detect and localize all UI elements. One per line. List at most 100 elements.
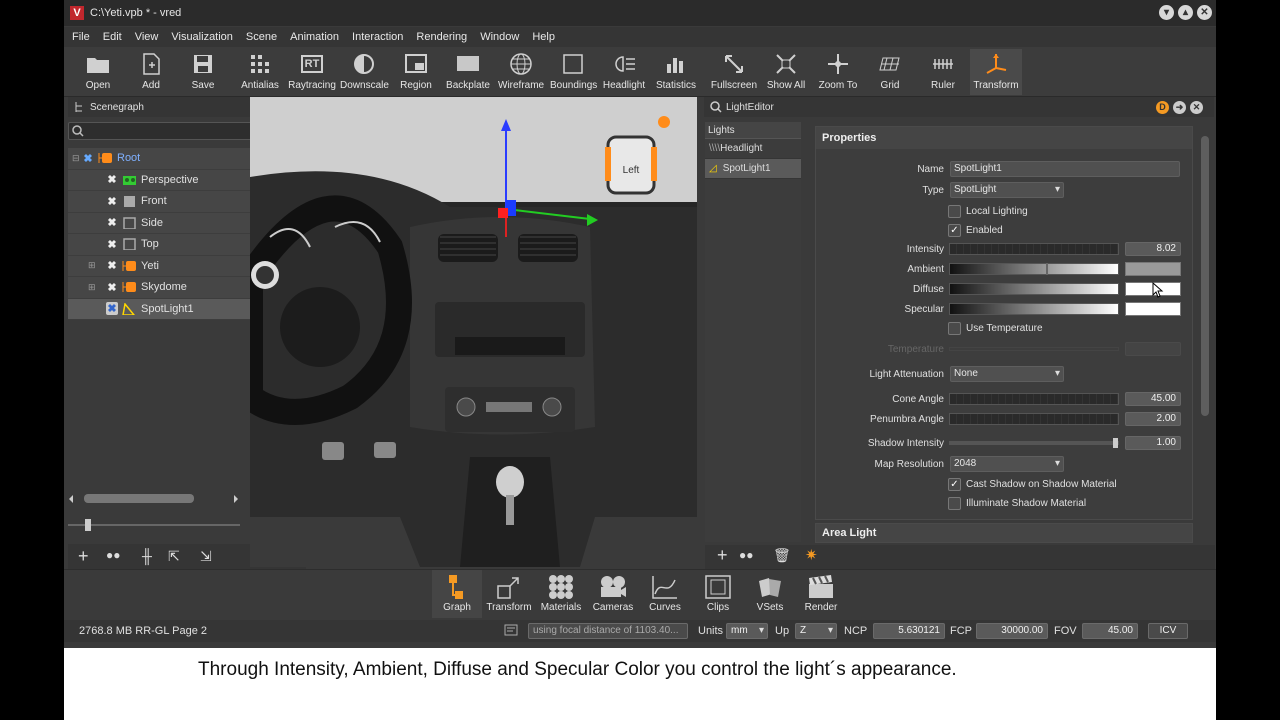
headlight-button[interactable]: Headlight [602,51,646,91]
menu-view[interactable]: View [135,31,159,43]
fullscreen-button[interactable]: Fullscreen [710,51,758,91]
cone-angle-value-field[interactable]: 45.00 [1125,392,1181,406]
focal-distance-message: using focal distance of 1103.40... [528,623,688,639]
local-lighting-checkbox[interactable] [948,204,961,218]
intensity-slider[interactable] [949,243,1119,255]
clone-node-icon[interactable]: ●● [106,548,121,562]
visibility-toggle-icon[interactable]: ✖ [106,195,118,208]
name-field[interactable]: SpotLight1 [950,161,1180,177]
delete-light-icon[interactable]: 🗑 [773,547,791,564]
module-cameras[interactable]: Cameras [590,572,636,613]
boundings-button[interactable]: Boundings [550,51,597,91]
area-light-section[interactable]: Area Light [815,523,1193,543]
menu-visualization[interactable]: Visualization [171,31,233,43]
penumbra-angle-value-field[interactable]: 2.00 [1125,412,1181,426]
expand-icon[interactable]: ⊞ [88,282,106,293]
visibility-toggle-icon[interactable]: ✖ [106,259,118,272]
show-all-button[interactable]: Show All [764,51,808,91]
zoom-to-button[interactable]: Zoom To [816,51,860,91]
add-node-icon[interactable]: + [78,546,89,567]
intensity-value-field[interactable]: 8.02 [1125,242,1181,256]
fcp-field[interactable]: 30000.00 [976,623,1048,639]
illuminate-shadow-checkbox[interactable] [948,496,961,510]
view-cube-label[interactable]: Left [623,165,640,176]
menu-help[interactable]: Help [532,31,555,43]
raytracing-button[interactable]: RT Raytracing [288,51,336,91]
expand-icon[interactable]: ⊞ [88,260,106,271]
light-attenuation-row: Light Attenuation None [816,365,1194,383]
downscale-button[interactable]: Downscale [340,51,389,91]
ambient-color-slider[interactable] [949,263,1119,275]
module-materials[interactable]: Materials [538,572,584,613]
ambient-color-swatch[interactable] [1125,262,1181,276]
name-label: Name [917,163,944,175]
menu-edit[interactable]: Edit [103,31,122,43]
collapse-icon[interactable]: ⊟ [72,153,82,164]
menu-window[interactable]: Window [480,31,519,43]
lighteditor-dock-icon[interactable]: D [1156,101,1169,114]
up-axis-dropdown[interactable]: Z [795,623,837,639]
cast-shadow-checkbox[interactable]: ✓ [948,477,961,491]
module-vsets[interactable]: VSets [750,572,790,613]
menu-file[interactable]: File [72,31,90,43]
add-button[interactable]: Add [138,51,164,91]
type-dropdown[interactable]: SpotLight [950,182,1064,198]
export-node-icon[interactable]: ⇲ [200,548,212,565]
wireframe-button[interactable]: Wireframe [498,51,544,91]
properties-vertical-scrollbar[interactable] [1199,122,1211,542]
visibility-toggle-icon[interactable]: ✖ [82,152,94,165]
module-transform[interactable]: Transform [484,572,534,613]
icv-button[interactable]: ICV [1148,623,1188,639]
backplate-button[interactable]: Backplate [446,51,490,91]
antialias-button[interactable]: Antialias [240,51,280,91]
menu-rendering[interactable]: Rendering [416,31,467,43]
light-item-headlight[interactable]: \\\\Headlight [705,139,801,159]
module-graph[interactable]: Graph [432,570,482,618]
light-item-spotlight1[interactable]: ◿ SpotLight1 [705,159,801,179]
visibility-toggle-icon[interactable]: ✖ [106,302,118,316]
shadow-intensity-slider[interactable] [949,438,1119,448]
light-source-icon[interactable]: ✷ [805,546,818,564]
cone-angle-slider[interactable] [949,393,1119,405]
grid-button[interactable]: Grid [874,51,906,91]
diffuse-label: Diffuse [913,283,944,295]
light-attenuation-dropdown[interactable]: None [950,366,1064,382]
duplicate-light-icon[interactable]: ●● [739,548,754,562]
specular-color-swatch[interactable] [1125,302,1181,316]
save-button[interactable]: Save [190,51,216,91]
close-button[interactable]: ✕ [1197,5,1212,20]
menu-scene[interactable]: Scene [246,31,277,43]
fov-field[interactable]: 45.00 [1082,623,1138,639]
group-nodes-icon[interactable]: ╫ [142,548,152,564]
module-render[interactable]: Render [800,572,842,613]
minimize-button[interactable]: ▾ [1159,5,1174,20]
transform-button[interactable]: Transform [970,49,1022,95]
map-resolution-dropdown[interactable]: 2048 [950,456,1064,472]
region-button[interactable]: Region [400,51,432,91]
move-node-icon[interactable]: ⇱ [168,548,180,565]
menu-interaction[interactable]: Interaction [352,31,403,43]
visibility-toggle-icon[interactable]: ✖ [106,173,118,186]
enabled-checkbox[interactable]: ✓ [948,223,961,237]
specular-color-slider[interactable] [949,303,1119,315]
lighteditor-close-icon[interactable]: ✕ [1190,101,1203,114]
units-dropdown[interactable]: mm [726,623,768,639]
visibility-toggle-icon[interactable]: ✖ [106,281,118,294]
module-clips[interactable]: Clips [698,572,738,613]
module-curves[interactable]: Curves [642,572,688,613]
diffuse-color-slider[interactable] [949,283,1119,295]
maximize-button[interactable]: ▴ [1178,5,1193,20]
shadow-intensity-value-field[interactable]: 1.00 [1125,436,1181,450]
menu-animation[interactable]: Animation [290,31,339,43]
ruler-button[interactable]: Ruler [928,51,958,91]
ncp-field[interactable]: 5.630121 [873,623,945,639]
3d-viewport[interactable]: Left [250,97,697,567]
visibility-toggle-icon[interactable]: ✖ [106,216,118,229]
visibility-toggle-icon[interactable]: ✖ [106,238,118,251]
statistics-button[interactable]: Statistics [654,51,698,91]
add-light-icon[interactable]: + [717,545,728,566]
lighteditor-float-icon[interactable]: ➜ [1173,101,1186,114]
open-button[interactable]: Open [84,51,112,91]
penumbra-angle-slider[interactable] [949,413,1119,425]
use-temperature-checkbox[interactable] [948,321,961,335]
